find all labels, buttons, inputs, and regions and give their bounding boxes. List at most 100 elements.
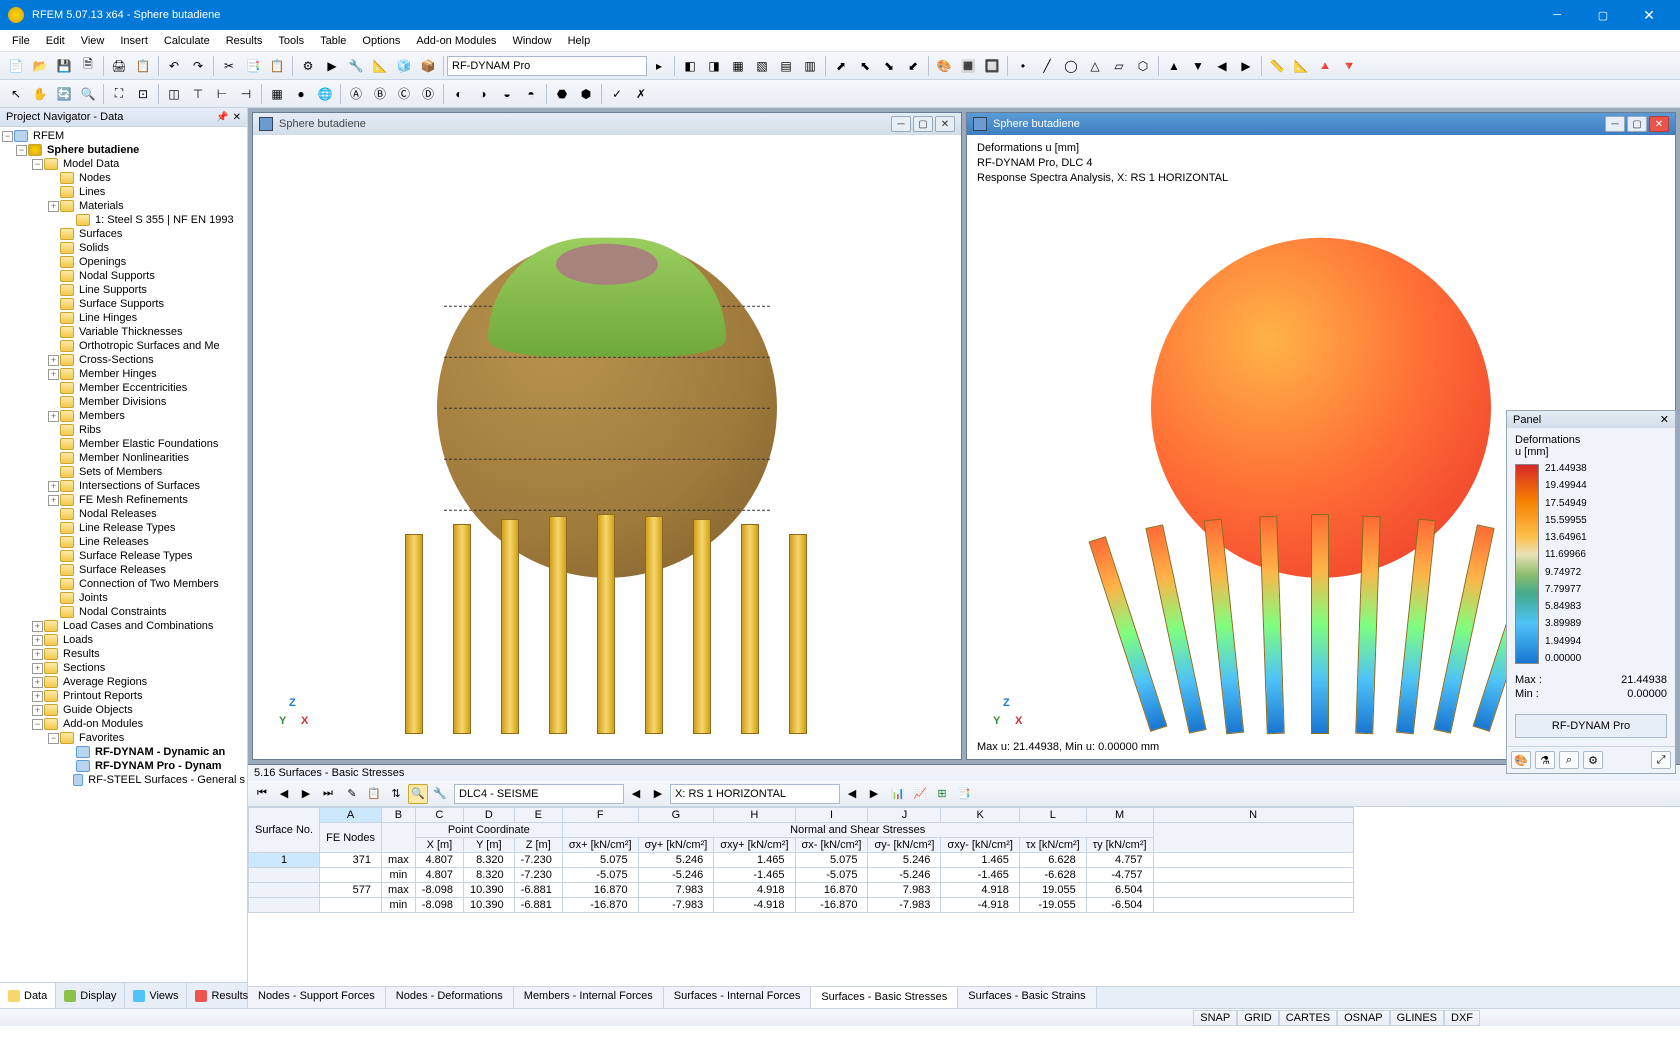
view-min-icon[interactable]: ─ <box>891 116 911 132</box>
tree-section[interactable]: Load Cases and Combinations <box>61 620 215 632</box>
panel-module-button[interactable]: RF-DYNAM Pro <box>1515 714 1667 738</box>
tbl-next3-icon[interactable]: ▶ <box>864 784 884 804</box>
tree-item[interactable]: Nodal Supports <box>77 270 157 282</box>
n6-icon[interactable]: ⬡ <box>1132 55 1154 77</box>
table-combo-case[interactable] <box>454 784 624 804</box>
tree-section[interactable]: Average Regions <box>61 676 149 688</box>
navigator-tree[interactable]: −RFEM −Sphere butadiene −Model Data Node… <box>0 127 247 982</box>
tbl-prev-icon[interactable]: ◀ <box>274 784 294 804</box>
tab-results[interactable]: Results <box>187 983 257 1008</box>
tree-item[interactable]: Line Hinges <box>77 312 139 324</box>
tree-item[interactable]: Materials <box>77 200 126 212</box>
tbl-prev2-icon[interactable]: ◀ <box>626 784 646 804</box>
tab-display[interactable]: Display <box>56 983 125 1008</box>
tree-section[interactable]: Loads <box>61 634 95 646</box>
tbl-prev3-icon[interactable]: ◀ <box>842 784 862 804</box>
menu-window[interactable]: Window <box>504 33 559 49</box>
tree-item[interactable]: Nodes <box>77 172 113 184</box>
saveas-icon[interactable]: 🗎 <box>77 55 99 77</box>
rot-icon[interactable]: 🔄 <box>53 83 75 105</box>
table-tab[interactable]: Nodes - Support Forces <box>248 987 386 1008</box>
a1-icon[interactable]: Ⓐ <box>345 83 367 105</box>
tbl-first-icon[interactable]: ⏮ <box>252 784 272 804</box>
status-cell[interactable]: GRID <box>1237 1010 1279 1026</box>
tree-item[interactable]: Member Eccentricities <box>77 382 189 394</box>
view-close-icon[interactable]: ✕ <box>1649 116 1669 132</box>
tree-section[interactable]: Add-on Modules <box>61 718 145 730</box>
t4-icon[interactable]: ▧ <box>751 55 773 77</box>
t2-icon[interactable]: ◨ <box>703 55 725 77</box>
t3-icon[interactable]: ▦ <box>727 55 749 77</box>
t8-icon[interactable]: ⬉ <box>854 55 876 77</box>
view-close-icon[interactable]: ✕ <box>935 116 955 132</box>
tree-item[interactable]: Line Supports <box>77 284 149 296</box>
table-tab[interactable]: Surfaces - Basic Strains <box>958 987 1096 1008</box>
tbl-next-icon[interactable]: ▶ <box>296 784 316 804</box>
b4-icon[interactable]: ◓ <box>520 83 542 105</box>
report-icon[interactable]: 📋 <box>132 55 154 77</box>
menu-edit[interactable]: Edit <box>38 33 73 49</box>
m4-icon[interactable]: 🔻 <box>1338 55 1360 77</box>
a2-icon[interactable]: Ⓑ <box>369 83 391 105</box>
t9-icon[interactable]: ⬊ <box>878 55 900 77</box>
tree-item[interactable]: Surface Release Types <box>77 550 195 562</box>
settings-icon[interactable]: ⚙ <box>1583 751 1603 769</box>
t6-icon[interactable]: ▥ <box>799 55 821 77</box>
sel-icon[interactable]: ↖ <box>5 83 27 105</box>
paste-icon[interactable]: 📋 <box>266 55 288 77</box>
minimize-button[interactable]: ─ <box>1534 0 1580 30</box>
save-icon[interactable]: 💾 <box>53 55 75 77</box>
close-nav-icon[interactable]: ✕ <box>233 112 241 123</box>
tbl-copy-icon[interactable]: 📋 <box>364 784 384 804</box>
tbl-filter-icon[interactable]: 🔍 <box>408 784 428 804</box>
menu-view[interactable]: View <box>73 33 113 49</box>
s4-icon[interactable]: ▶ <box>1235 55 1257 77</box>
tree-item[interactable]: Surface Releases <box>77 564 168 576</box>
tree-item[interactable]: Line Release Types <box>77 522 177 534</box>
a4-icon[interactable]: Ⓓ <box>417 83 439 105</box>
menu-file[interactable]: File <box>4 33 38 49</box>
panel-header[interactable]: Panel ✕ <box>1507 411 1675 428</box>
tree-section[interactable]: Printout Reports <box>61 690 144 702</box>
tool4-icon[interactable]: 📦 <box>417 55 439 77</box>
table-tab[interactable]: Surfaces - Basic Stresses <box>811 987 958 1008</box>
b1-icon[interactable]: ◐ <box>448 83 470 105</box>
filter-icon[interactable]: ⌕ <box>1559 751 1579 769</box>
tree-item[interactable]: Openings <box>77 256 128 268</box>
tree-item[interactable]: 1: Steel S 355 | NF EN 1993 <box>93 214 236 226</box>
top-icon[interactable]: ⊤ <box>187 83 209 105</box>
c2-icon[interactable]: ⬢ <box>575 83 597 105</box>
cut-icon[interactable]: ✂ <box>218 55 240 77</box>
menu-options[interactable]: Options <box>354 33 408 49</box>
tree-item[interactable]: Solids <box>77 242 111 254</box>
n3-icon[interactable]: ◯ <box>1060 55 1082 77</box>
tbl-edit-icon[interactable]: ✎ <box>342 784 362 804</box>
status-cell[interactable]: SNAP <box>1193 1010 1237 1026</box>
tree-modeldata[interactable]: Model Data <box>61 158 121 170</box>
menu-help[interactable]: Help <box>560 33 599 49</box>
menu-addon[interactable]: Add-on Modules <box>408 33 504 49</box>
expand-icon[interactable]: ⤢ <box>1651 751 1671 769</box>
flask-icon[interactable]: ⚗ <box>1535 751 1555 769</box>
run-icon[interactable]: ▶ <box>321 55 343 77</box>
front-icon[interactable]: ⊢ <box>211 83 233 105</box>
tbl-sort-icon[interactable]: ⇅ <box>386 784 406 804</box>
close-button[interactable]: ✕ <box>1626 0 1672 30</box>
s3-icon[interactable]: ◀ <box>1211 55 1233 77</box>
tree-item[interactable]: Surface Supports <box>77 298 166 310</box>
menu-insert[interactable]: Insert <box>112 33 156 49</box>
d2-icon[interactable]: ✗ <box>630 83 652 105</box>
tool-icon[interactable]: 🔧 <box>345 55 367 77</box>
tree-item[interactable]: Cross-Sections <box>77 354 156 366</box>
tree-fav-item[interactable]: RF-DYNAM Pro - Dynam <box>93 760 224 772</box>
pan-icon[interactable]: ✋ <box>29 83 51 105</box>
tree-fav-item[interactable]: RF-STEEL Surfaces - General s <box>86 774 247 786</box>
tree-item[interactable]: Sets of Members <box>77 466 164 478</box>
iso-icon[interactable]: ◫ <box>163 83 185 105</box>
s2-icon[interactable]: ▼ <box>1187 55 1209 77</box>
panel-close-icon[interactable]: ✕ <box>1660 413 1669 426</box>
tab-views[interactable]: Views <box>125 983 187 1008</box>
maximize-button[interactable]: ▢ <box>1580 0 1626 30</box>
open-icon[interactable]: 📂 <box>29 55 51 77</box>
tree-item[interactable]: Joints <box>77 592 110 604</box>
